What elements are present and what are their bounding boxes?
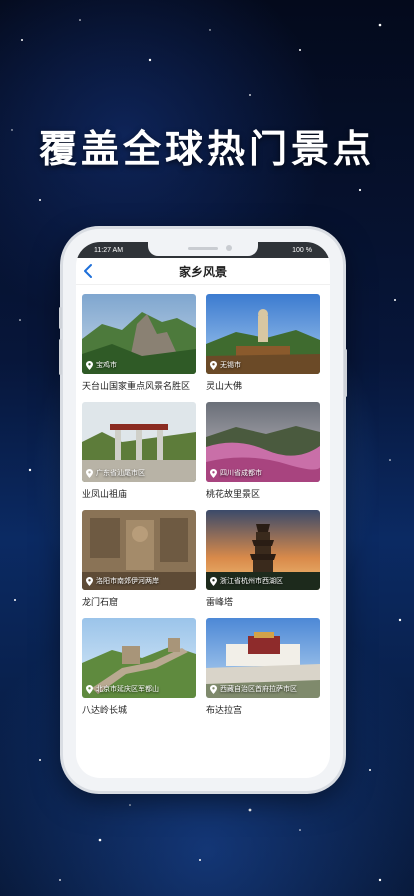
status-time: 11:27 AM [94, 246, 124, 254]
phone-mute-button [59, 307, 62, 329]
scenic-photo[interactable]: 四川省成都市 [206, 402, 320, 482]
location-label: 浙江省杭州市西湖区 [210, 576, 283, 586]
scenic-photo[interactable]: 宝鸡市 [82, 294, 196, 374]
scenic-grid: 宝鸡市 天台山国家重点风景名胜区 无锡市 灵山大佛 广东省汕尾市区 业凤山祖庙 … [76, 285, 330, 726]
location-pin-icon [86, 576, 93, 586]
phone-mockup: 11:27 AM 100 % 家乡风景 宝鸡市 天台山国家重点风景名胜区 无锡市… [59, 229, 347, 791]
location-label: 西藏自治区首府拉萨市区 [210, 684, 297, 694]
location-pin-icon [210, 360, 217, 370]
location-label: 洛阳市南郊伊河两岸 [86, 576, 159, 586]
scenic-card[interactable]: 四川省成都市 桃花故里景区 [206, 402, 320, 510]
location-pin-icon [210, 684, 217, 694]
scenic-photo[interactable]: 洛阳市南郊伊河两岸 [82, 510, 196, 590]
scenic-name: 雷峰塔 [206, 598, 234, 608]
scenic-name: 八达岭长城 [82, 706, 128, 716]
promo-headline: 覆盖全球热门景点 [38, 127, 375, 171]
scenic-photo[interactable]: 西藏自治区首府拉萨市区 [206, 618, 320, 698]
location-pin-icon [86, 684, 93, 694]
nav-bar: 家乡风景 [76, 258, 330, 285]
scenic-photo[interactable]: 广东省汕尾市区 [82, 402, 196, 482]
location-pin-icon [210, 576, 217, 586]
location-pin-icon [86, 468, 93, 478]
scenic-card[interactable]: 洛阳市南郊伊河两岸 龙门石窟 [82, 510, 196, 618]
chevron-left-icon[interactable] [80, 262, 98, 280]
scenic-card[interactable]: 宝鸡市 天台山国家重点风景名胜区 [82, 294, 196, 402]
scenic-name: 业凤山祖庙 [82, 490, 128, 500]
scenic-card[interactable]: 西藏自治区首府拉萨市区 布达拉宫 [206, 618, 320, 726]
scenic-name: 龙门石窟 [82, 598, 119, 608]
scenic-photo[interactable]: 无锡市 [206, 294, 320, 374]
phone-power-button [344, 349, 347, 397]
app-screen: 11:27 AM 100 % 家乡风景 宝鸡市 天台山国家重点风景名胜区 无锡市… [76, 242, 330, 778]
scenic-card[interactable]: 无锡市 灵山大佛 [206, 294, 320, 402]
scenic-photo[interactable]: 北京市延庆区军都山 [82, 618, 196, 698]
scenic-photo[interactable]: 浙江省杭州市西湖区 [206, 510, 320, 590]
location-label: 无锡市 [210, 360, 241, 370]
phone-volume-button [59, 339, 62, 375]
location-label: 广东省汕尾市区 [86, 468, 145, 478]
scenic-name: 灵山大佛 [206, 382, 243, 392]
location-label: 四川省成都市 [210, 468, 262, 478]
scenic-name: 天台山国家重点风景名胜区 [82, 382, 191, 392]
scenic-name: 桃花故里景区 [206, 490, 261, 500]
status-battery: 100 % [292, 246, 312, 254]
scenic-name: 布达拉宫 [206, 706, 243, 716]
location-label: 北京市延庆区军都山 [86, 684, 159, 694]
location-pin-icon [210, 468, 217, 478]
page-title: 家乡风景 [178, 264, 227, 279]
scenic-card[interactable]: 广东省汕尾市区 业凤山祖庙 [82, 402, 196, 510]
phone-notch [148, 242, 258, 256]
location-pin-icon [86, 360, 93, 370]
scenic-card[interactable]: 浙江省杭州市西湖区 雷峰塔 [206, 510, 320, 618]
scenic-card[interactable]: 北京市延庆区军都山 八达岭长城 [82, 618, 196, 726]
location-label: 宝鸡市 [86, 360, 117, 370]
